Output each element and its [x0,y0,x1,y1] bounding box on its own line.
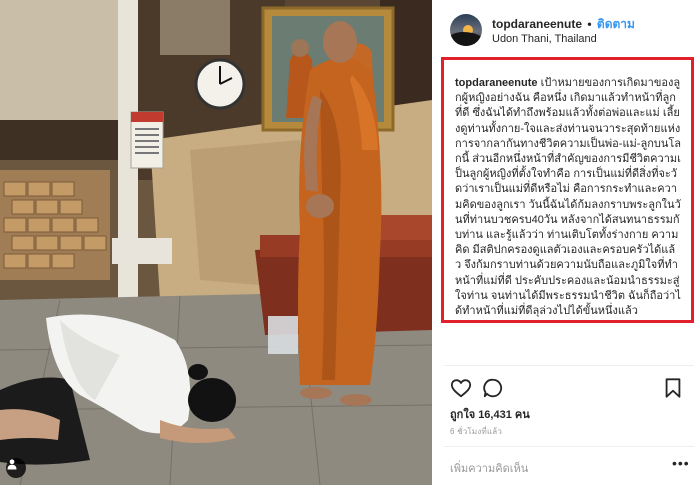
follow-button[interactable]: ติดตาม [597,17,635,31]
post-side-panel: topdaraneenute • ติดตาม Udon Thani, Thai… [432,0,700,485]
divider [444,365,694,366]
comment-input[interactable]: เพิ่มความคิดเห็น [450,459,660,477]
caption-text: เป้าหมายของการเกิดมาของลูกผู้หญิงอย่างฉั… [455,77,682,318]
username-line: topdaraneenute • ติดตาม [492,15,635,34]
user-tag-icon[interactable] [6,458,26,478]
location-link[interactable]: Udon Thani, Thailand [492,33,597,45]
avatar[interactable] [450,14,482,46]
like-count[interactable]: ถูกใจ 16,431 คน [450,405,530,423]
photo-illustration [0,0,432,485]
post-timestamp[interactable]: 6 ชั่วโมงที่แล้ว [450,425,502,438]
caption-highlight-box: topdaraneenute เป้าหมายของการเกิดมาของลู… [441,57,694,323]
divider [444,446,694,447]
instagram-post-screenshot: topdaraneenute • ติดตาม Udon Thani, Thai… [0,0,700,485]
heart-icon[interactable] [450,377,474,401]
person-glyph [7,459,17,470]
separator-dot: • [587,17,592,31]
caption: topdaraneenute เป้าหมายของการเกิดมาของลู… [455,76,681,319]
bookmark-icon[interactable] [662,377,686,401]
caption-username[interactable]: topdaraneenute [455,77,538,89]
comment-bubble-icon[interactable] [482,377,506,401]
username-link[interactable]: topdaraneenute [492,17,582,31]
avatar-silhouette-graphic [450,32,482,46]
post-photo[interactable] [0,0,432,485]
post-header: topdaraneenute • ติดตาม Udon Thani, Thai… [432,0,700,55]
more-options-icon[interactable]: ••• [672,455,690,471]
action-bar [450,377,686,401]
